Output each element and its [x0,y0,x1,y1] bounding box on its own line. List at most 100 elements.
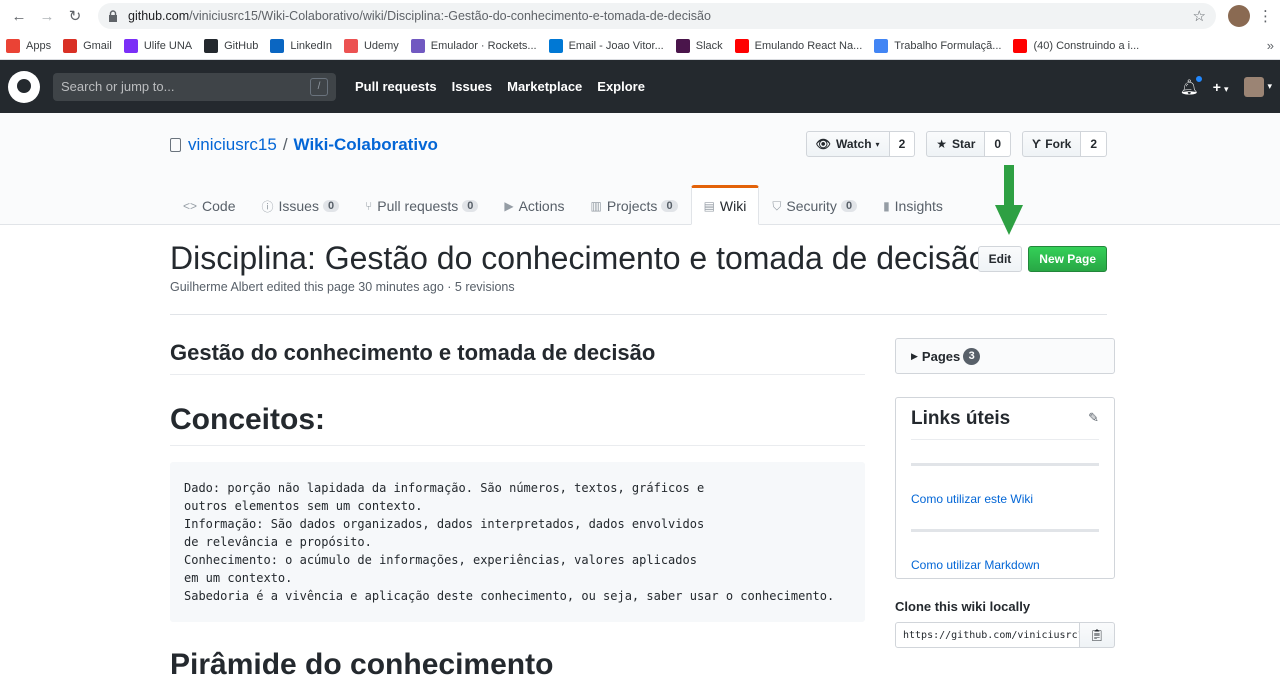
notifications-bell-icon[interactable]: 🔔︎ [1180,74,1203,96]
wiki-sidebar: ▶ Pages 3 Links úteis ✎ Como utilizar es… [895,338,1115,648]
horizontal-rule [911,529,1099,532]
tab-projects[interactable]: ▥ Projects 0 [578,185,691,225]
code-block: Dado: porção não lapidada da informação.… [170,462,865,622]
create-new-plus-icon[interactable]: + ▾ [1213,79,1229,95]
tab-count-badge: 0 [322,200,340,212]
star-count[interactable]: 0 [985,131,1012,157]
new-page-button[interactable]: New Page [1028,246,1107,272]
nav-pull-requests[interactable]: Pull requests [355,79,437,94]
tab-wiki[interactable]: ▤ Wiki [690,185,760,225]
tab-pull-requests[interactable]: ⑂ Pull requests 0 [352,185,491,225]
wiki-content: Gestão do conhecimento e tomada de decis… [170,340,865,682]
udemy-icon [343,38,358,53]
link-como-utilizar-markdown[interactable]: Como utilizar Markdown [911,558,1099,572]
url-path: /viniciusrc15/Wiki-Colaborativo/wiki/Dis… [189,9,711,23]
search-placeholder: Search or jump to... [61,79,175,94]
tab-insights[interactable]: ▮ Insights [870,185,956,225]
watch-count[interactable]: 2 [889,131,916,157]
code-icon: <> [183,199,198,213]
bookmark-item[interactable]: Emulando React Na... [734,38,862,53]
fork-count[interactable]: 2 [1081,131,1107,157]
shield-icon: ⛉ [772,198,782,213]
clipboard-icon[interactable]: 📋︎ [1080,622,1115,648]
tab-actions[interactable]: ▶ Actions [491,185,577,225]
fork-icon: Ƴ [1032,137,1042,151]
section-heading: Gestão do conhecimento e tomada de decis… [170,340,865,375]
youtube-icon [734,38,749,53]
book-icon: ▤ [703,199,715,213]
horizontal-rule [911,463,1099,466]
kebab-menu-icon[interactable]: ⋮ [1258,7,1273,25]
header-nav: Pull requests Issues Marketplace Explore [355,79,660,94]
bookmark-item[interactable]: Ulife UNA [123,38,192,53]
user-avatar[interactable] [1244,76,1265,97]
tab-count-badge: 0 [840,200,858,212]
watch-button[interactable]: 👁︎ Watch ▾ [805,131,890,157]
repo-tabs: <> Code ⓘ Issues 0 ⑂ Pull requests 0 ▶ Actions ▥ Pr… [170,185,956,225]
tab-code[interactable]: <> Code [170,185,248,225]
arrow-down-icon [995,165,1023,235]
forward-arrow-icon[interactable]: → [36,5,58,27]
nav-marketplace[interactable]: Marketplace [507,79,582,94]
wiki-header: Disciplina: Gestão do conhecimento e tom… [170,240,1107,294]
clone-url-input[interactable]: https://github.com/viniciusrc15/Wiki-Col… [895,622,1080,648]
chevron-down-icon: ▾ [875,139,880,149]
pyramid-heading: Pirâmide do conhecimento [170,648,554,681]
pages-count-badge: 3 [963,347,981,365]
chevron-down-icon[interactable]: ▾ [1267,81,1272,92]
address-bar[interactable]: github.com/viniciusrc15/Wiki-Colaborativ… [98,3,1216,29]
bookmark-item[interactable]: Emulador · Rockets... [410,38,537,53]
tab-issues[interactable]: ⓘ Issues 0 [248,185,352,225]
ulife-icon [123,38,138,53]
search-input[interactable]: Search or jump to... / [53,72,336,101]
graph-icon: ▮ [883,199,890,213]
rocketseat-icon [410,38,425,53]
triangle-right-icon: ▶ [911,350,918,361]
bookmark-star-icon[interactable]: ☆ [1193,7,1206,25]
github-logo-icon[interactable] [8,70,40,103]
apps-grid-icon [6,38,20,53]
repo-breadcrumb: viniciusrc15 / Wiki-Colaborativo [170,135,438,155]
page-meta: Guilherme Albert edited this page 30 min… [170,280,515,294]
tab-security[interactable]: ⛉ Security 0 [759,185,870,225]
pencil-icon[interactable]: ✎ [1088,410,1099,426]
bookmark-item[interactable]: Apps [6,38,51,53]
lock-icon [109,10,117,22]
repo-actions: 👁︎ Watch ▾ 2 ★ Star 0 Ƴ Fork 2 [795,131,1107,157]
github-header: Search or jump to... / Pull requests Iss… [0,60,1280,113]
links-title: Links úteis [911,408,1099,440]
links-box: Links úteis ✎ Como utilizar este Wiki Co… [895,397,1115,579]
bookmark-item[interactable]: LinkedIn [270,38,332,53]
pages-toggle[interactable]: ▶ Pages 3 [895,338,1115,374]
bookmark-item[interactable]: Trabalho Formulaçã... [874,38,1001,53]
issue-icon: ⓘ [261,199,274,214]
star-button[interactable]: ★ Star [926,131,986,157]
back-arrow-icon[interactable]: ← [8,5,30,27]
edit-button[interactable]: Edit [977,246,1023,272]
mail-icon [548,38,563,53]
bookmarks-overflow-icon[interactable]: » [1267,38,1274,53]
link-como-utilizar-wiki[interactable]: Como utilizar este Wiki [911,492,1099,506]
bookmark-item[interactable]: GitHub [204,38,258,53]
clone-title: Clone this wiki locally [895,599,1031,614]
bookmark-item[interactable]: Slack [675,38,723,53]
docs-icon [874,38,889,53]
bookmark-item[interactable]: (40) Construindo a i... [1013,38,1139,53]
bookmark-item[interactable]: Email - Joao Vitor... [548,38,664,53]
pull-request-icon: ⑂ [365,199,373,213]
bookmark-item[interactable]: Udemy [343,38,399,53]
eye-icon: 👁︎ [815,137,831,151]
nav-explore[interactable]: Explore [597,79,645,94]
reload-icon[interactable]: ↻ [64,5,86,27]
browser-toolbar: ← → ↻ github.com/viniciusrc15/Wiki-Colab… [0,0,1280,32]
play-icon: ▶ [504,199,514,213]
bookmarks-bar: Apps Gmail Ulife UNA GitHub LinkedIn Udemy Emu… [0,32,1280,60]
bookmark-item[interactable]: Gmail [63,38,112,53]
repo-header: viniciusrc15 / Wiki-Colaborativo 👁︎ Watch… [0,113,1280,225]
repo-owner-link[interactable]: viniciusrc15 [188,135,277,155]
fork-button[interactable]: Ƴ Fork [1022,131,1082,157]
profile-avatar[interactable] [1228,5,1250,27]
repo-name-link[interactable]: Wiki-Colaborativo [294,135,438,155]
nav-issues[interactable]: Issues [452,79,492,94]
youtube-icon [1013,38,1028,53]
